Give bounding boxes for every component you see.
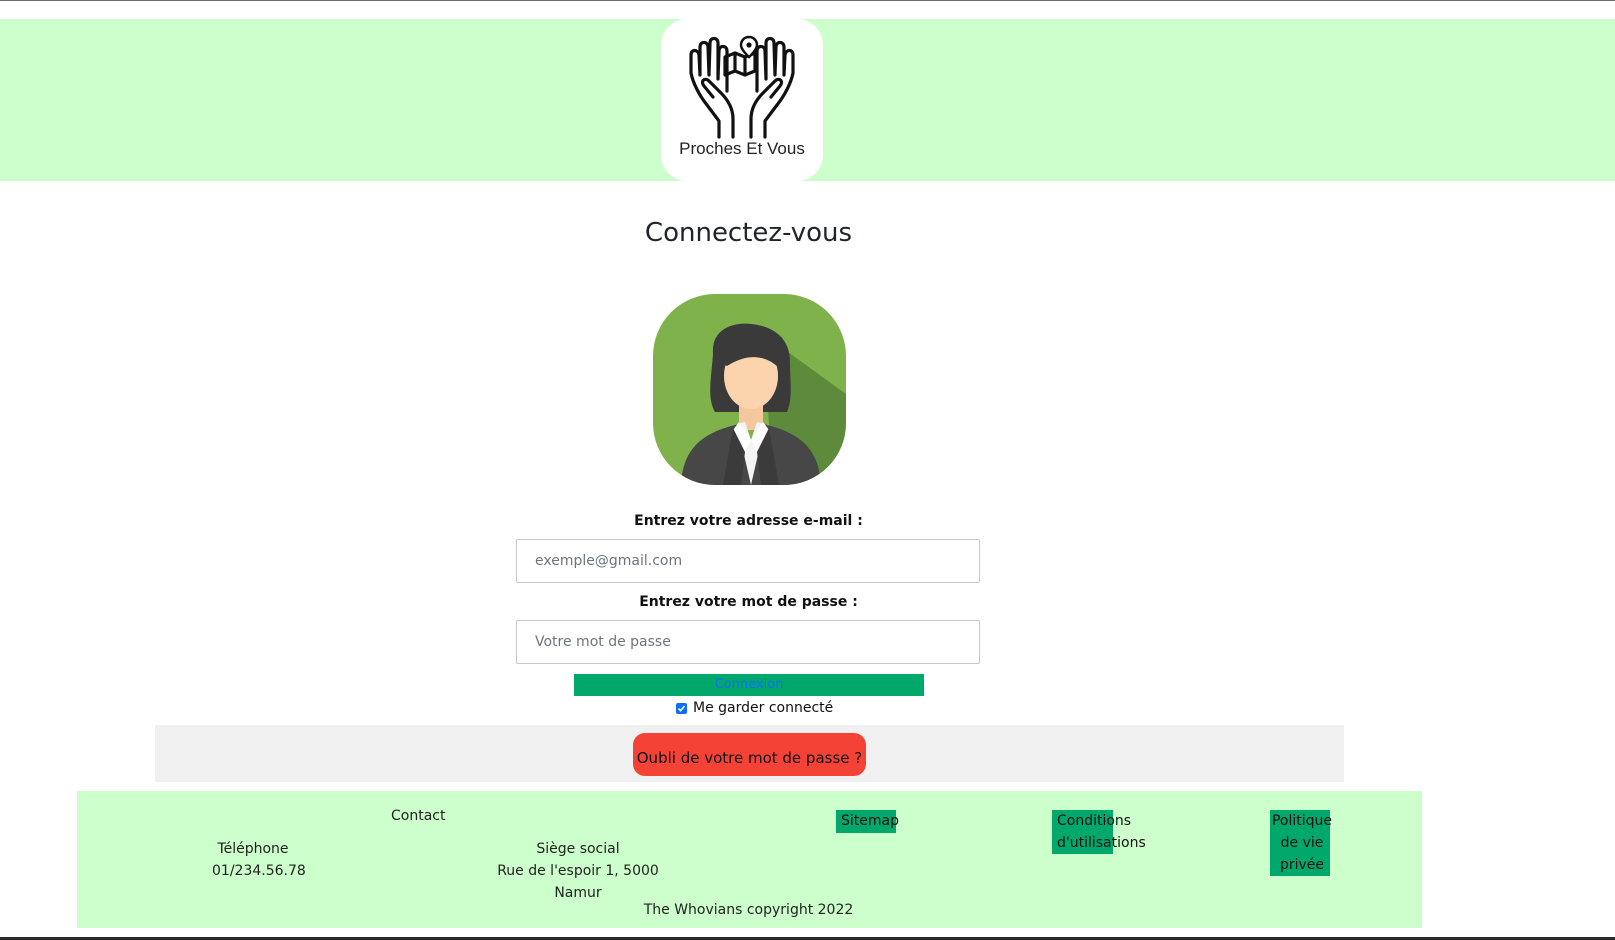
hands-holding-map-icon [689, 35, 795, 139]
email-input[interactable] [516, 539, 980, 583]
footer-conditions-line1: Conditions [1057, 813, 1132, 829]
footer-privacy-line3: privée [1279, 857, 1325, 873]
footer-privacy-link[interactable]: Politique de vie privée [1270, 810, 1332, 876]
footer-privacy-line1: Politique [1271, 813, 1333, 829]
checkbox-checked-icon[interactable] [676, 702, 687, 714]
footer-privacy-line2: de vie [1280, 835, 1324, 851]
footer-sitemap-label: Sitemap [841, 813, 899, 829]
footer-conditions-link[interactable]: Conditions d'utilisations [1052, 810, 1146, 854]
footer-contact-heading: Contact [391, 808, 446, 824]
top-rule [0, 0, 1615, 1]
footer-office-address: Rue de l'espoir 1, 5000 Namur [497, 863, 659, 901]
footer-copyright: The Whovians copyright 2022 [643, 902, 854, 918]
login-button[interactable]: Connexion [574, 674, 924, 696]
password-input[interactable] [516, 620, 980, 664]
password-label: Entrez votre mot de passe : [639, 594, 858, 610]
footer-phone: Téléphone 01/234.56.78 [212, 838, 306, 882]
site-logo[interactable]: Proches Et Vous [661, 19, 823, 181]
logo-text: Proches Et Vous [679, 139, 805, 158]
footer-conditions-line2: d'utilisations [1057, 835, 1146, 851]
footer-office-label: Siège social [536, 841, 620, 857]
forgot-password-button[interactable]: Oubli de votre mot de passe ? [633, 733, 866, 776]
remember-me[interactable]: Me garder connecté [676, 699, 833, 717]
remember-me-label: Me garder connecté [693, 700, 834, 716]
email-label: Entrez votre adresse e-mail : [634, 513, 863, 529]
businesswoman-avatar-icon [653, 294, 846, 485]
footer-sitemap-link[interactable]: Sitemap [836, 810, 899, 833]
page-title: Connectez-vous [644, 218, 853, 248]
footer-phone-value: 01/234.56.78 [212, 863, 306, 879]
footer-phone-label: Téléphone [217, 841, 289, 857]
footer-office: Siège social Rue de l'espoir 1, 5000 Nam… [478, 838, 678, 904]
